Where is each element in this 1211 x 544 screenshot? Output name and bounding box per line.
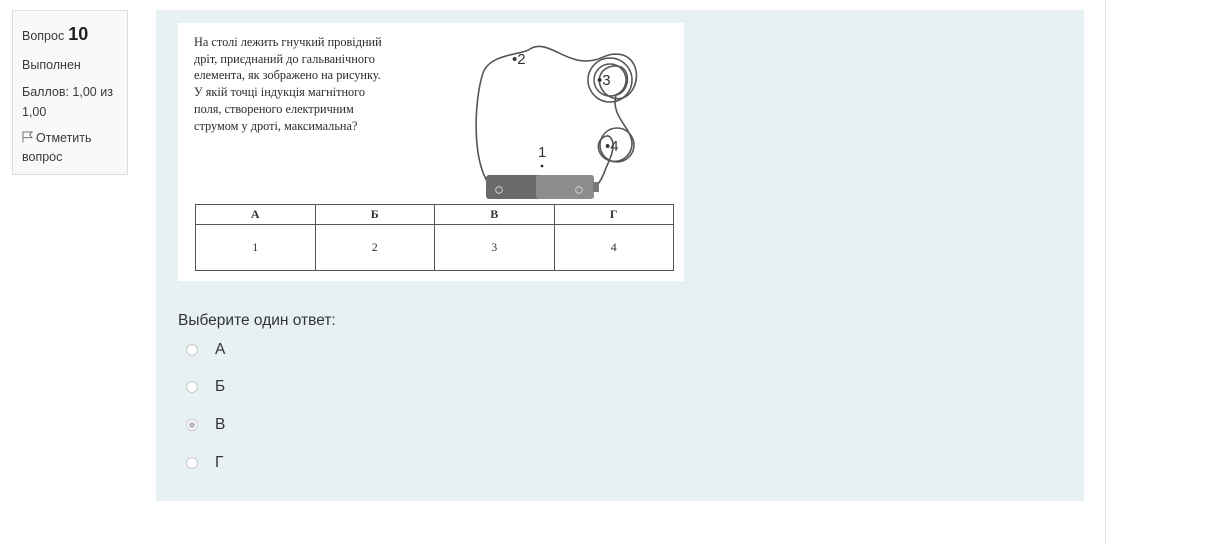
question-label: Вопрос [22,29,65,43]
point-label-4: •4 [605,138,619,155]
table-cell: 4 [553,224,674,271]
answer-table: А Б В Г 1 2 3 4 [195,204,674,271]
radio-button[interactable] [186,344,198,356]
question-text-line: струмом у дроті, максимальна? [194,118,358,133]
question-text: На столі лежить гнучкий провідний дріт, … [194,34,432,134]
question-state: Выполнен [22,57,81,72]
wire-battery-figure: •2 •3 •4 1 [475,45,638,199]
page-divider [1105,0,1106,544]
table-header: А [195,204,316,225]
answer-option-b[interactable]: Б [186,377,225,397]
question-number-value: 10 [68,24,89,44]
radio-button[interactable] [186,381,198,393]
table-cell: 3 [434,224,555,271]
table-cell: 2 [314,224,435,271]
question-grade: Баллов: 1,00 из 1,00 [22,85,113,119]
question-text-line: У якій точці індукція магнітного [194,85,366,100]
question-number: Вопрос 10 [22,21,118,49]
question-image: На столі лежить гнучкий провідний дріт, … [178,23,684,281]
point-label-2: •2 [512,51,526,68]
table-cell: 1 [195,224,316,271]
question-text-line: елемента, як зображено на рисунку. [194,68,381,83]
answer-option-label: Г [215,454,224,471]
answer-option-label: В [215,416,226,433]
radio-button[interactable] [186,419,198,431]
table-header: Г [553,204,674,225]
question-text-line: На столі лежить гнучкий провідний [194,35,382,49]
question-text-line: поля, створеного електричним [194,101,354,116]
answer-prompt: Выберите один ответ: [178,312,336,329]
answer-option-v[interactable]: В [186,415,225,435]
answer-option-label: Б [215,378,226,395]
table-header: В [434,204,555,225]
answer-option-g[interactable]: Г [186,453,223,473]
point-label-1: 1 [538,144,546,161]
table-header: Б [314,204,435,225]
flag-icon [22,131,33,143]
answer-option-a[interactable]: А [186,340,225,360]
point-label-3: •3 [597,72,611,89]
question-info: Вопрос 10 Выполнен Баллов: 1,00 из 1,00 … [12,10,128,175]
answer-option-label: А [215,341,226,358]
question-formulation: На столі лежить гнучкий провідний дріт, … [156,10,1084,501]
question-text-line: дріт, приєднаний до гальванічного [194,51,375,66]
wire [475,45,638,189]
flag-question-link[interactable]: Отметить вопрос [22,129,122,168]
radio-button[interactable] [186,457,198,469]
